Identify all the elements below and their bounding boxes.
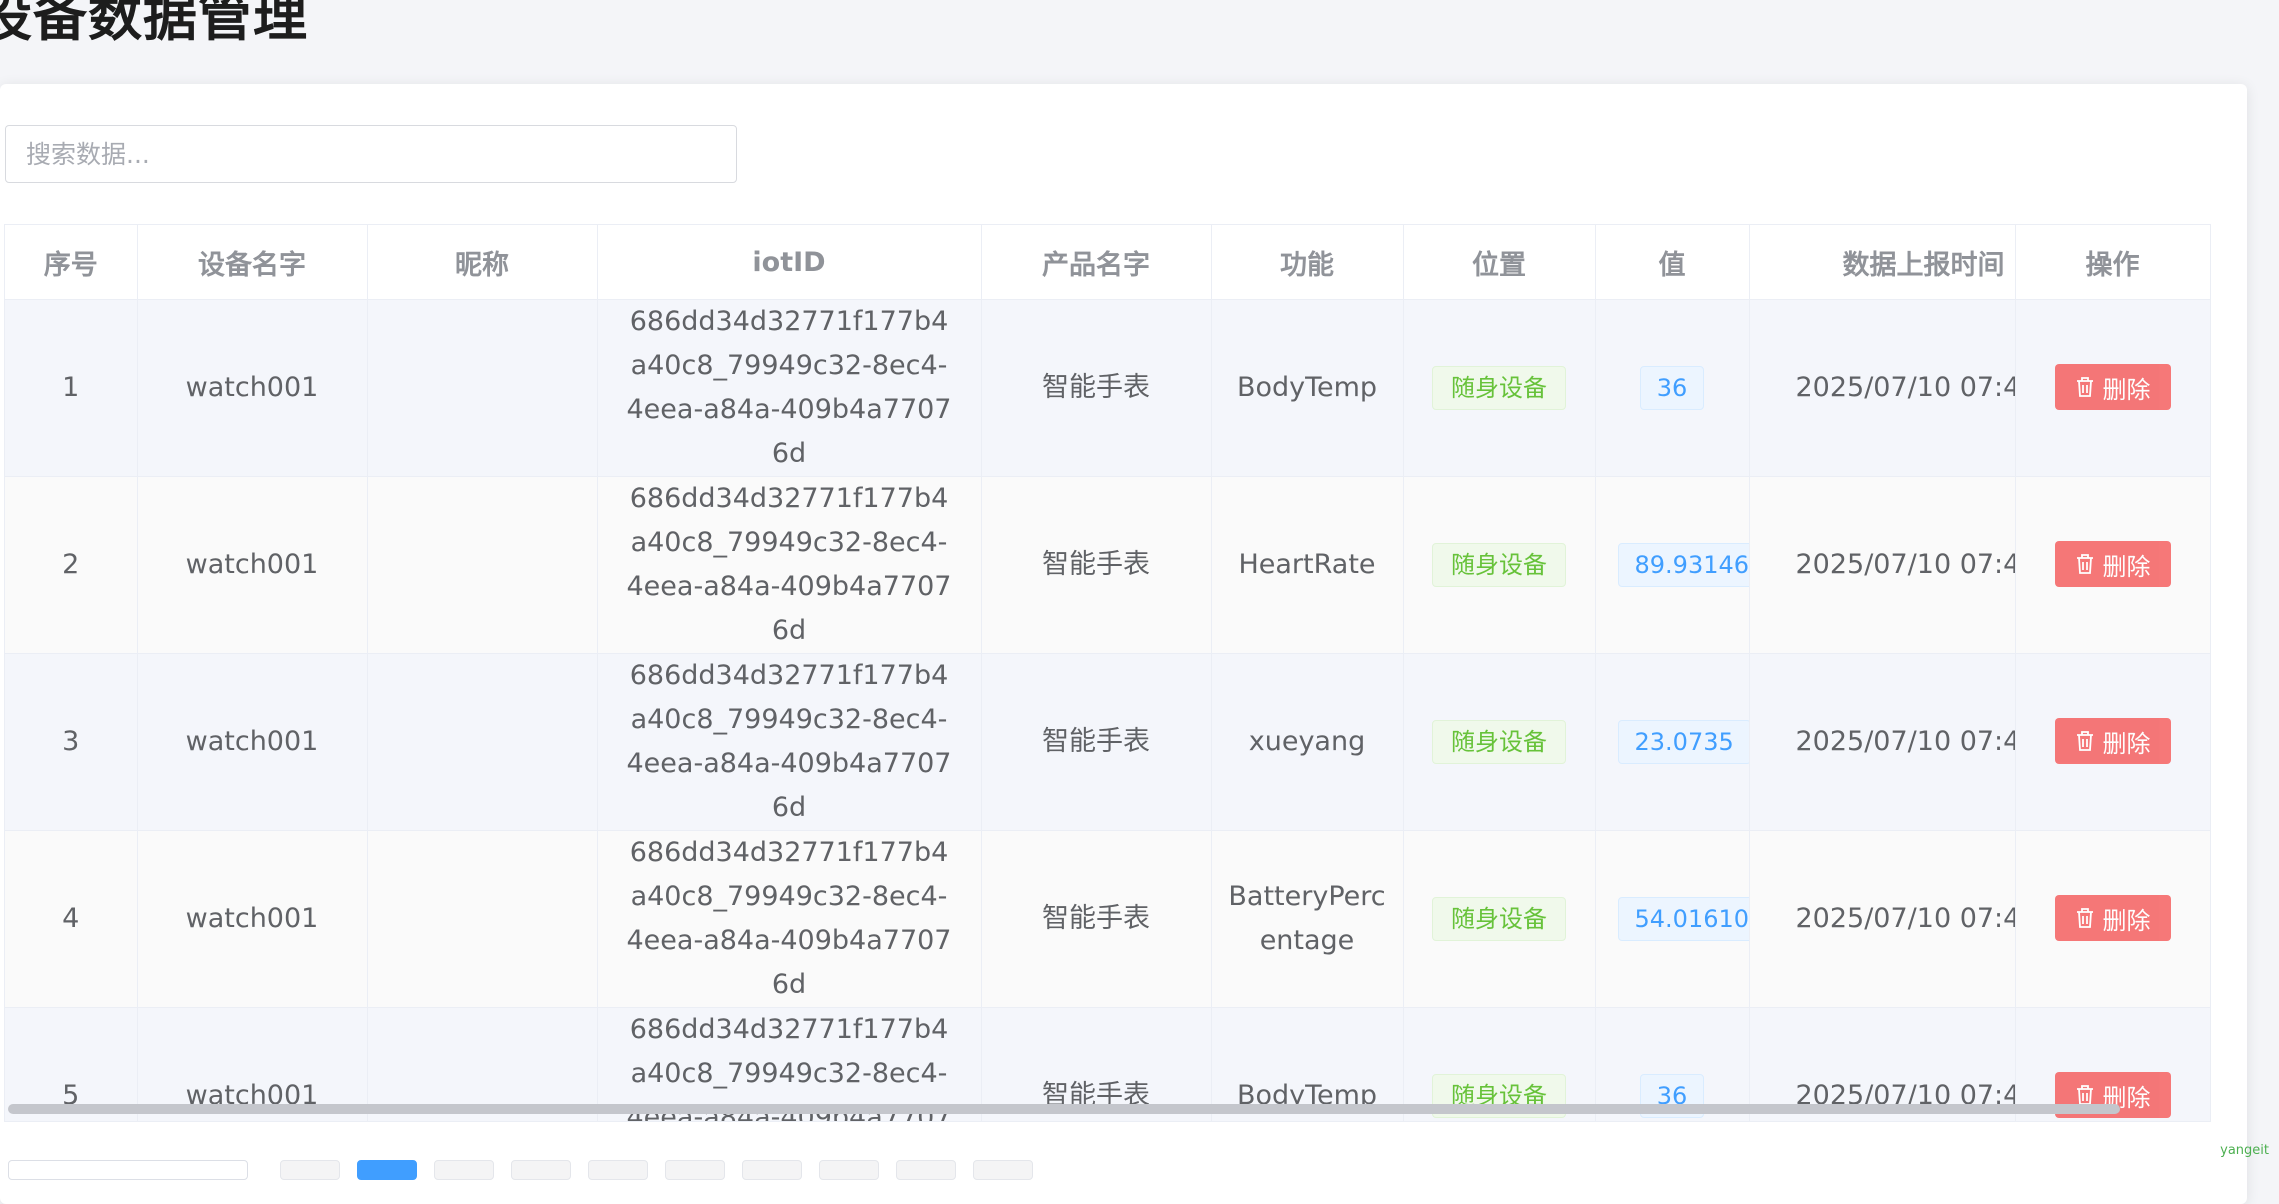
header-device-name: 设备名字 bbox=[137, 225, 368, 300]
delete-button[interactable]: 删除 bbox=[2054, 718, 2171, 764]
cell-location: 随身设备 bbox=[1403, 653, 1596, 831]
table-row: 1 watch001 686dd34d32771f177b4a40c8_7994… bbox=[5, 299, 2210, 477]
search-input[interactable] bbox=[5, 125, 737, 183]
cell-function: xueyang bbox=[1211, 653, 1404, 831]
location-tag: 随身设备 bbox=[1432, 720, 1566, 764]
cell-index: 1 bbox=[5, 299, 138, 477]
cell-product-name: 智能手表 bbox=[981, 299, 1212, 477]
header-nickname: 昵称 bbox=[367, 225, 598, 300]
cell-function: BodyTemp bbox=[1211, 299, 1404, 477]
page-button[interactable] bbox=[742, 1160, 802, 1180]
data-card: 序号 设备名字 昵称 iotID 产品名字 功能 位置 值 数据上报时间 操作 … bbox=[0, 84, 2247, 1204]
next-page-button[interactable] bbox=[973, 1160, 1033, 1180]
page-button-active[interactable] bbox=[357, 1160, 417, 1180]
cell-product-name: 智能手表 bbox=[981, 476, 1212, 654]
location-tag: 随身设备 bbox=[1432, 366, 1566, 410]
cell-action: 删除 bbox=[2015, 653, 2210, 831]
value-tag: 36 bbox=[1639, 366, 1705, 410]
cell-product-name: 智能手表 bbox=[981, 830, 1212, 1008]
page-button[interactable] bbox=[665, 1160, 725, 1180]
trash-icon bbox=[2076, 731, 2093, 751]
cell-value: 23.0735 bbox=[1595, 653, 1750, 831]
cell-product-name: 智能手表 bbox=[981, 653, 1212, 831]
page-title: 设备数据管理 bbox=[0, 0, 308, 48]
page-button[interactable] bbox=[896, 1160, 956, 1180]
value-tag: 54.016106 bbox=[1617, 897, 1748, 941]
cell-value: 36 bbox=[1595, 299, 1750, 477]
cell-device-name: watch001 bbox=[137, 653, 368, 831]
header-function: 功能 bbox=[1211, 225, 1404, 300]
page-button[interactable] bbox=[819, 1160, 879, 1180]
cell-iot-id: 686dd34d32771f177b4a40c8_79949c32-8ec4-4… bbox=[597, 653, 982, 831]
prev-page-button[interactable] bbox=[280, 1160, 340, 1180]
cell-iot-id: 686dd34d32771f177b4a40c8_79949c32-8ec4-4… bbox=[597, 476, 982, 654]
trash-icon bbox=[2076, 554, 2093, 574]
header-location: 位置 bbox=[1403, 225, 1596, 300]
cell-device-name: watch001 bbox=[137, 830, 368, 1008]
cell-action: 删除 bbox=[2015, 830, 2210, 1008]
header-iot-id: iotID bbox=[597, 225, 982, 300]
header-product-name: 产品名字 bbox=[981, 225, 1212, 300]
value-tag: 23.0735 bbox=[1617, 720, 1748, 764]
delete-label: 删除 bbox=[2102, 729, 2151, 758]
cell-index: 2 bbox=[5, 476, 138, 654]
pagination bbox=[0, 1160, 2279, 1180]
cell-function: HeartRate bbox=[1211, 476, 1404, 654]
cell-report-time: 2025/07/10 07:45: bbox=[1749, 299, 2016, 477]
table-row: 3 watch001 686dd34d32771f177b4a40c8_7994… bbox=[5, 653, 2210, 831]
cell-report-time: 2025/07/10 07:45: bbox=[1749, 830, 2016, 1008]
trash-icon bbox=[2076, 1085, 2093, 1105]
page-size-select[interactable] bbox=[8, 1160, 248, 1180]
header-value: 值 bbox=[1595, 225, 1750, 300]
header-index: 序号 bbox=[5, 225, 138, 300]
header-report-time: 数据上报时间 bbox=[1749, 225, 2016, 300]
delete-label: 删除 bbox=[2102, 906, 2151, 935]
trash-icon bbox=[2076, 377, 2093, 397]
cell-value: 89.93146 bbox=[1595, 476, 1750, 654]
horizontal-scrollbar[interactable] bbox=[8, 1104, 2120, 1114]
cell-value: 54.016106 bbox=[1595, 830, 1750, 1008]
cell-index: 4 bbox=[5, 830, 138, 1008]
table-row: 2 watch001 686dd34d32771f177b4a40c8_7994… bbox=[5, 476, 2210, 654]
cell-nickname bbox=[367, 830, 598, 1008]
cell-nickname bbox=[367, 653, 598, 831]
cell-nickname bbox=[367, 476, 598, 654]
cell-device-name: watch001 bbox=[137, 299, 368, 477]
page-button[interactable] bbox=[588, 1160, 648, 1180]
cell-location: 随身设备 bbox=[1403, 299, 1596, 477]
cell-action: 删除 bbox=[2015, 476, 2210, 654]
cell-location: 随身设备 bbox=[1403, 830, 1596, 1008]
header-action: 操作 bbox=[2015, 225, 2210, 300]
cell-index: 3 bbox=[5, 653, 138, 831]
cell-action: 删除 bbox=[2015, 299, 2210, 477]
watermark: yangeit bbox=[2220, 1143, 2269, 1158]
delete-label: 删除 bbox=[2102, 375, 2151, 404]
table-row: 4 watch001 686dd34d32771f177b4a40c8_7994… bbox=[5, 830, 2210, 1008]
table-header-row: 序号 设备名字 昵称 iotID 产品名字 功能 位置 值 数据上报时间 操作 bbox=[5, 225, 2210, 300]
cell-iot-id: 686dd34d32771f177b4a40c8_79949c32-8ec4-4… bbox=[597, 299, 982, 477]
cell-nickname bbox=[367, 299, 598, 477]
cell-report-time: 2025/07/10 07:45: bbox=[1749, 653, 2016, 831]
cell-function: BatteryPercentage bbox=[1211, 830, 1404, 1008]
cell-report-time: 2025/07/10 07:45: bbox=[1749, 476, 2016, 654]
location-tag: 随身设备 bbox=[1432, 897, 1566, 941]
data-table: 序号 设备名字 昵称 iotID 产品名字 功能 位置 值 数据上报时间 操作 … bbox=[4, 224, 2211, 1122]
cell-location: 随身设备 bbox=[1403, 476, 1596, 654]
delete-button[interactable]: 删除 bbox=[2054, 364, 2171, 410]
page-button[interactable] bbox=[434, 1160, 494, 1180]
value-tag: 89.93146 bbox=[1617, 543, 1748, 587]
location-tag: 随身设备 bbox=[1432, 543, 1566, 587]
delete-label: 删除 bbox=[2102, 552, 2151, 581]
trash-icon bbox=[2076, 908, 2093, 928]
delete-button[interactable]: 删除 bbox=[2054, 895, 2171, 941]
page-button[interactable] bbox=[511, 1160, 571, 1180]
cell-iot-id: 686dd34d32771f177b4a40c8_79949c32-8ec4-4… bbox=[597, 830, 982, 1008]
delete-button[interactable]: 删除 bbox=[2054, 541, 2171, 587]
cell-device-name: watch001 bbox=[137, 476, 368, 654]
